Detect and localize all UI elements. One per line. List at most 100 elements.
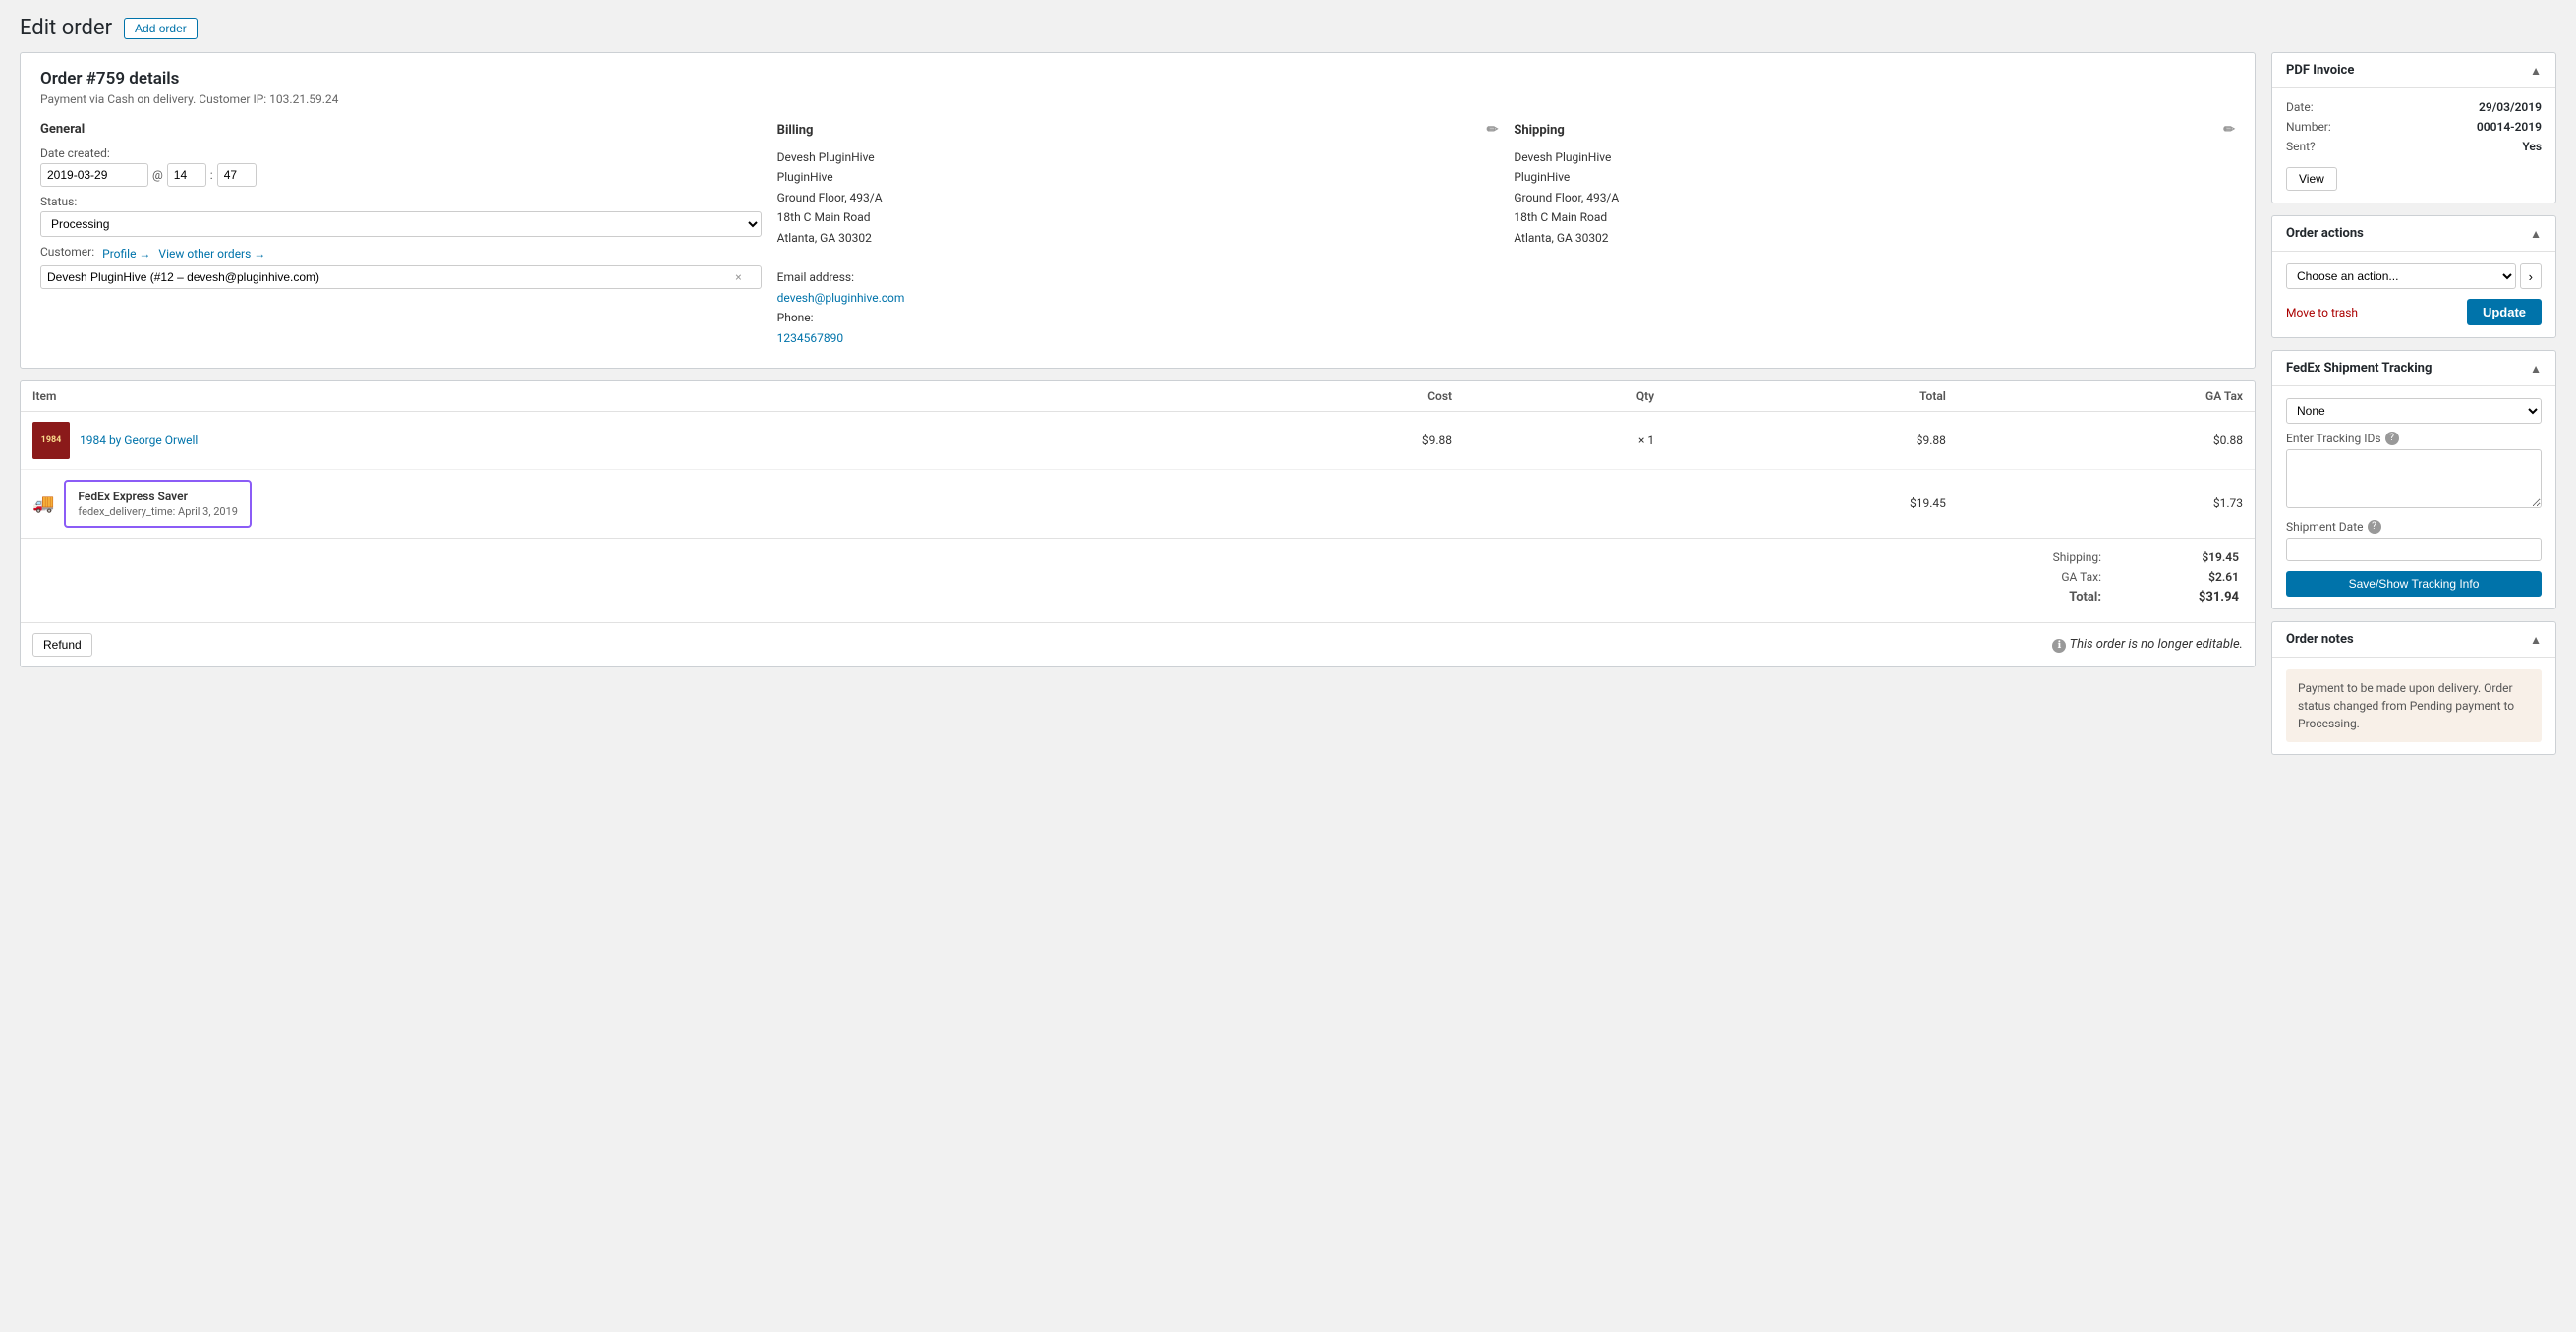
order-notes-chevron-icon[interactable]: ▲ xyxy=(2530,633,2542,647)
status-select[interactable]: Processing xyxy=(40,211,762,237)
shipping-method-name: FedEx Express Saver xyxy=(78,490,238,503)
shipping-address1: Ground Floor, 493/A xyxy=(1514,188,2235,207)
pdf-sent-value: Yes xyxy=(2522,140,2542,153)
general-label: General xyxy=(40,122,85,137)
col-cost: Cost xyxy=(1204,381,1463,412)
action-run-button[interactable]: › xyxy=(2520,263,2542,289)
shipping-method-box: FedEx Express Saver fedex_delivery_time:… xyxy=(64,480,252,528)
profile-link[interactable]: Profile → xyxy=(102,247,150,261)
shipping-cost: $19.45 xyxy=(1666,469,1958,538)
shipping-truck-icon: 🚚 xyxy=(32,493,54,514)
billing-phone-label: Phone: xyxy=(777,308,1499,327)
product-name-link[interactable]: 1984 by George Orwell xyxy=(80,434,198,447)
page-title: Edit order xyxy=(20,16,112,40)
billing-company: PluginHive xyxy=(777,167,1499,187)
fedex-tracking-card: FedEx Shipment Tracking ▲ None Enter Tra… xyxy=(2271,350,2556,609)
billing-phone[interactable]: 1234567890 xyxy=(777,331,843,345)
billing-address1: Ground Floor, 493/A xyxy=(777,188,1499,207)
view-other-orders-link[interactable]: View other orders → xyxy=(158,247,265,261)
time-hour-input[interactable] xyxy=(167,163,206,187)
fedex-chevron-icon[interactable]: ▲ xyxy=(2530,362,2542,376)
order-actions-chevron-icon[interactable]: ▲ xyxy=(2530,227,2542,241)
order-notes-card: Order notes ▲ Payment to be made upon de… xyxy=(2271,621,2556,755)
tracking-ids-help-icon[interactable]: ? xyxy=(2385,432,2399,445)
move-to-trash-link[interactable]: Move to trash xyxy=(2286,306,2358,319)
col-qty: Qty xyxy=(1463,381,1666,412)
time-minute-input[interactable] xyxy=(217,163,257,187)
total-value: $31.94 xyxy=(2180,590,2239,605)
ga-tax-total-label: GA Tax: xyxy=(2061,570,2101,584)
shipping-address2: 18th C Main Road xyxy=(1514,207,2235,227)
not-editable-text: ℹ This order is no longer editable. xyxy=(2052,637,2243,653)
billing-email[interactable]: devesh@pluginhive.com xyxy=(777,291,905,305)
update-button[interactable]: Update xyxy=(2467,299,2542,325)
shipment-date-help-icon[interactable]: ? xyxy=(2368,520,2381,534)
billing-address2: 18th C Main Road xyxy=(777,207,1499,227)
product-total: $9.88 xyxy=(1666,411,1958,469)
colon-separator: : xyxy=(210,168,213,182)
order-actions-title: Order actions xyxy=(2286,226,2364,241)
ga-tax-total-value: $2.61 xyxy=(2180,570,2239,584)
pdf-invoice-card: PDF Invoice ▲ Date: 29/03/2019 Number: 0… xyxy=(2271,52,2556,203)
shipping-company: PluginHive xyxy=(1514,167,2235,187)
col-total: Total xyxy=(1666,381,1958,412)
add-order-button[interactable]: Add order xyxy=(124,18,198,39)
fedex-tracking-title: FedEx Shipment Tracking xyxy=(2286,361,2432,376)
col-item: Item xyxy=(21,381,1204,412)
product-ga-tax: $0.88 xyxy=(1958,411,2255,469)
customer-select[interactable]: Devesh PluginHive (#12 – devesh@pluginhi… xyxy=(40,265,762,289)
pdf-number-label: Number: xyxy=(2286,120,2331,134)
info-icon: ℹ xyxy=(2052,639,2066,653)
date-label: Date created: xyxy=(40,146,762,160)
billing-section: Billing ✏ Devesh PluginHive PluginHive G… xyxy=(777,122,1499,348)
order-subtitle: Payment via Cash on delivery. Customer I… xyxy=(40,92,2235,106)
customer-clear-icon[interactable]: × xyxy=(735,270,741,284)
order-title: Order #759 details xyxy=(40,69,2235,88)
pdf-date-label: Date: xyxy=(2286,100,2314,114)
refund-button[interactable]: Refund xyxy=(32,633,92,657)
order-note: Payment to be made upon delivery. Order … xyxy=(2286,669,2542,742)
items-card: Item Cost Qty Total GA Tax xyxy=(20,380,2256,667)
shipping-row: 🚚 FedEx Express Saver fedex_delivery_tim… xyxy=(21,469,2255,538)
fedex-carrier-select[interactable]: None xyxy=(2286,398,2542,424)
shipping-name: Devesh PluginHive xyxy=(1514,147,2235,167)
total-label: Total: xyxy=(2069,590,2101,605)
product-qty: × 1 xyxy=(1463,411,1666,469)
shipping-city-state: Atlanta, GA 30302 xyxy=(1514,228,2235,248)
order-notes-title: Order notes xyxy=(2286,632,2354,647)
order-actions-card: Order actions ▲ Choose an action... › Mo… xyxy=(2271,215,2556,338)
status-label: Status: xyxy=(40,195,762,208)
shipping-label: Shipping xyxy=(1514,123,1565,138)
billing-city-state: Atlanta, GA 30302 xyxy=(777,228,1499,248)
general-section: General Date created: @ : xyxy=(40,122,762,348)
billing-label: Billing xyxy=(777,123,814,138)
product-thumbnail: 1984 xyxy=(32,422,70,459)
order-action-select[interactable]: Choose an action... xyxy=(2286,263,2516,289)
shipment-date-input[interactable] xyxy=(2286,538,2542,561)
save-tracking-button[interactable]: Save/Show Tracking Info xyxy=(2286,571,2542,597)
tracking-ids-label: Enter Tracking IDs xyxy=(2286,432,2381,445)
pdf-view-button[interactable]: View xyxy=(2286,167,2337,191)
billing-edit-icon[interactable]: ✏ xyxy=(1487,122,1499,138)
billing-email-label: Email address: xyxy=(777,267,1499,287)
shipping-total-value: $19.45 xyxy=(2180,550,2239,564)
totals-section: Shipping: $19.45 GA Tax: $2.61 Total: $3… xyxy=(21,538,2255,622)
date-input[interactable] xyxy=(40,163,148,187)
shipping-edit-icon[interactable]: ✏ xyxy=(2223,122,2235,138)
pdf-sent-label: Sent? xyxy=(2286,140,2316,153)
col-ga-tax: GA Tax xyxy=(1958,381,2255,412)
refund-row: Refund ℹ This order is no longer editabl… xyxy=(21,622,2255,666)
pdf-date-value: 29/03/2019 xyxy=(2479,100,2542,114)
order-details-card: Order #759 details Payment via Cash on d… xyxy=(20,52,2256,369)
customer-label: Customer: xyxy=(40,245,94,259)
pdf-invoice-title: PDF Invoice xyxy=(2286,63,2354,78)
pdf-invoice-chevron-icon[interactable]: ▲ xyxy=(2530,64,2542,78)
product-cost: $9.88 xyxy=(1204,411,1463,469)
shipping-section: Shipping ✏ Devesh PluginHive PluginHive … xyxy=(1514,122,2235,348)
shipment-date-label: Shipment Date xyxy=(2286,520,2364,534)
tracking-ids-textarea[interactable] xyxy=(2286,449,2542,508)
billing-name: Devesh PluginHive xyxy=(777,147,1499,167)
shipping-ga-tax: $1.73 xyxy=(1958,469,2255,538)
at-separator: @ xyxy=(152,168,163,182)
pdf-number-value: 00014-2019 xyxy=(2477,120,2542,134)
